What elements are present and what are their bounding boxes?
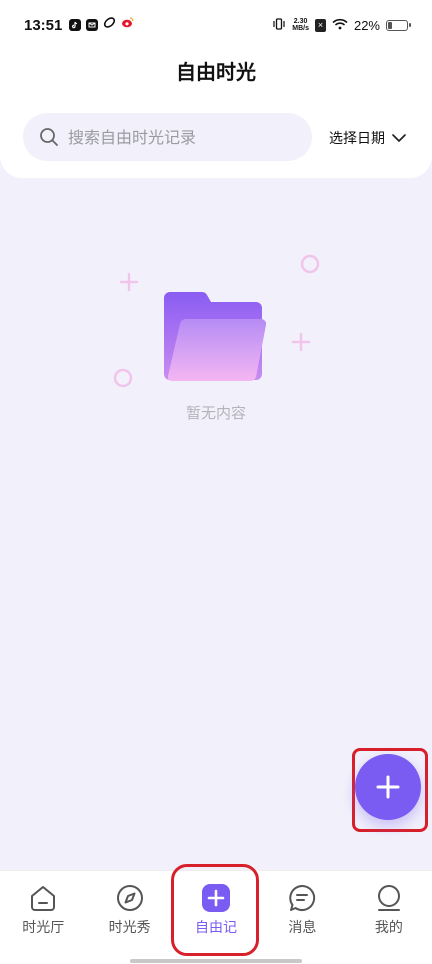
battery-fill <box>388 21 393 29</box>
message-icon <box>289 884 316 911</box>
battery-percent: 22% <box>353 17 380 33</box>
plus-icon <box>376 775 400 799</box>
weibo-icon <box>121 16 134 34</box>
home-indicator[interactable] <box>130 959 302 963</box>
loop-app-icon <box>103 16 116 34</box>
sim-off-icon: × <box>314 18 326 32</box>
profile-icon <box>377 885 400 911</box>
nav-item-messages[interactable]: 消息 <box>259 871 345 964</box>
nav-item-home[interactable]: 时光厅 <box>0 871 86 964</box>
nav-label-messages: 消息 <box>288 920 317 936</box>
nav-item-profile[interactable]: 我的 <box>346 871 432 964</box>
search-icon <box>40 128 58 146</box>
empty-folder-illustration <box>113 254 320 388</box>
network-speed-unit: MB/s <box>292 25 309 32</box>
network-speed: 2.30 MB/s <box>292 18 309 32</box>
date-select-button[interactable]: 选择日期 <box>329 126 407 150</box>
nav-highlight-box <box>171 864 259 956</box>
compass-icon <box>116 885 143 911</box>
status-right: 2.30 MB/s × 22% <box>272 17 411 33</box>
nav-label-profile: 我的 <box>374 920 403 936</box>
wifi-icon <box>332 18 348 33</box>
battery-icon <box>386 19 411 31</box>
date-select-label: 选择日期 <box>329 131 385 147</box>
search-input[interactable] <box>68 127 288 147</box>
nav-item-show[interactable]: 时光秀 <box>86 871 172 964</box>
tiktok-icon <box>69 19 82 31</box>
add-record-button[interactable] <box>355 754 421 820</box>
nav-label-home: 时光厅 <box>22 920 65 936</box>
home-icon <box>31 886 56 911</box>
search-bar[interactable] <box>23 113 312 161</box>
status-time: 13:51 <box>24 16 63 34</box>
mail-icon <box>86 19 99 31</box>
network-speed-value: 2.30 <box>293 18 308 25</box>
page-title: 自由时光 <box>176 60 256 84</box>
empty-state-text: 暂无内容 <box>185 404 246 422</box>
chevron-down-icon <box>392 134 406 142</box>
nav-label-show: 时光秀 <box>108 920 151 936</box>
vibrate-icon <box>272 17 286 33</box>
status-left: 13:51 <box>24 16 134 34</box>
status-bar: 13:51 2.30 MB/s × 22% <box>0 0 432 50</box>
